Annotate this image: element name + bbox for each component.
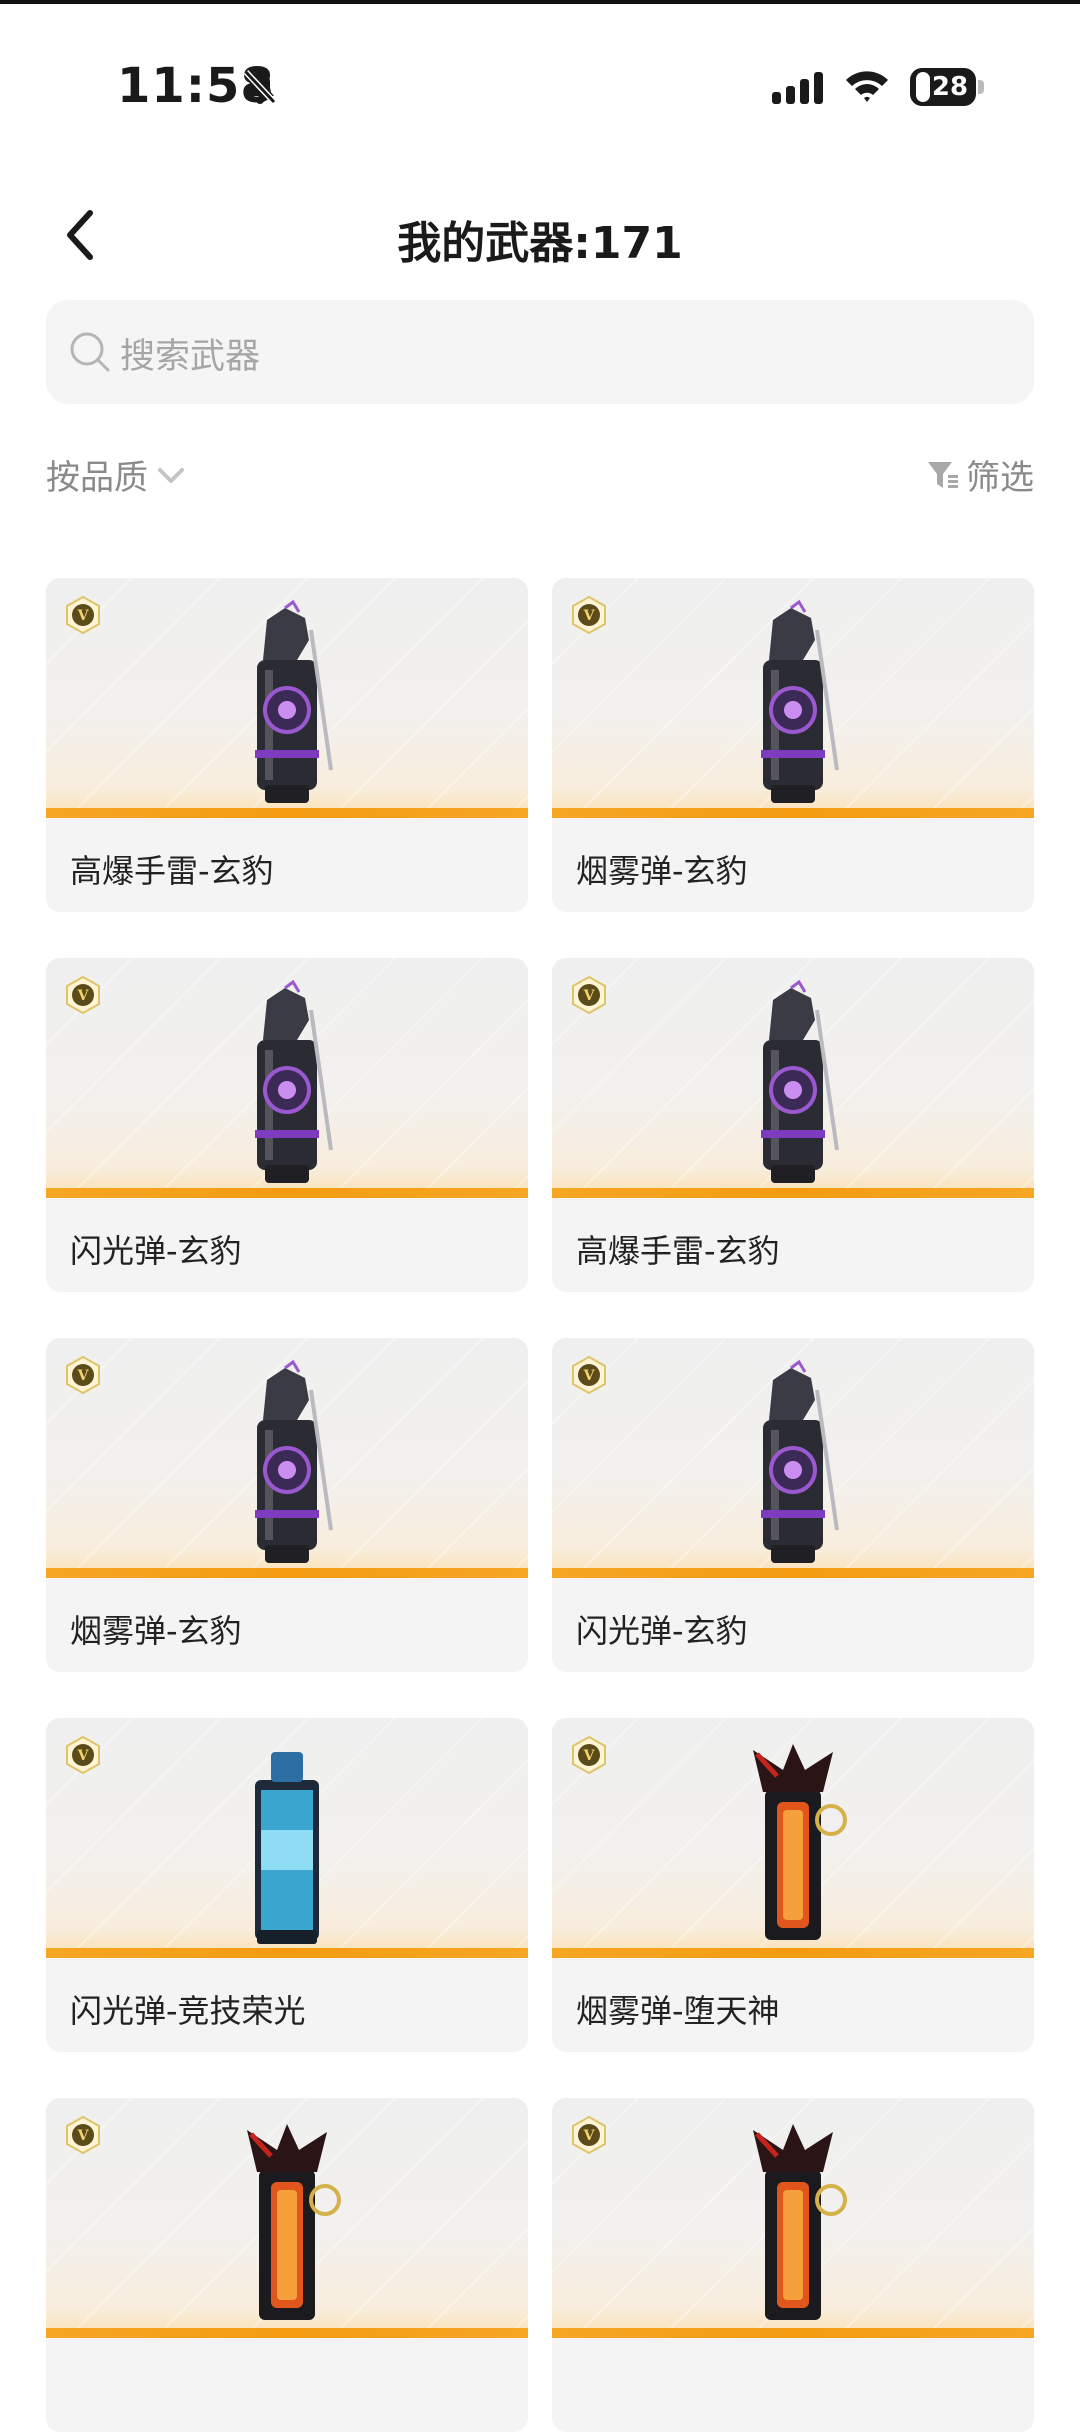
weapon-card[interactable]: V 闪光弹-玄豹 — [46, 958, 528, 1292]
grenade-icon — [753, 1744, 847, 1940]
weapon-name: 闪光弹-玄豹 — [70, 1232, 242, 1270]
battery-level-text: 28 — [931, 72, 969, 102]
quality-bar — [46, 1568, 528, 1578]
status-bar: 11:58 28 — [0, 40, 1080, 130]
weapon-name: 烟雾弹-堕天神 — [576, 1992, 780, 2030]
filter-label: 筛选 — [966, 458, 1034, 498]
weapon-card[interactable]: V 闪光弹-竞技荣光 — [46, 1718, 528, 2052]
v-badge-icon: V — [572, 976, 606, 1014]
search-icon — [70, 332, 110, 372]
weapon-name: 闪光弹-竞技荣光 — [70, 1992, 306, 2030]
quality-bar — [552, 1948, 1034, 1958]
grenade-icon — [761, 600, 839, 803]
quality-bar — [552, 2328, 1034, 2338]
v-badge-icon: V — [66, 976, 100, 1014]
svg-text:V: V — [583, 988, 596, 1004]
battery-indicator: 28 — [910, 68, 986, 108]
sort-filter-bar: 按品质 筛选 — [46, 450, 1034, 506]
svg-text:V: V — [77, 1368, 90, 1384]
weapon-name: 高爆手雷-玄豹 — [576, 1232, 780, 1270]
grenade-icon — [761, 980, 839, 1183]
weapon-card[interactable]: V 闪光弹-玄豹 — [552, 1338, 1034, 1672]
weapon-card[interactable]: V — [46, 2098, 528, 2432]
quality-bar — [552, 1568, 1034, 1578]
quality-bar — [552, 808, 1034, 818]
weapon-name: 高爆手雷-玄豹 — [70, 852, 274, 890]
bell-muted-icon — [243, 69, 277, 105]
grenade-icon — [247, 2124, 341, 2320]
v-badge-icon: V — [572, 2116, 606, 2154]
wifi-icon — [846, 71, 888, 102]
sort-by-quality-dropdown[interactable]: 按品质 — [46, 450, 188, 499]
top-edge — [0, 0, 1080, 4]
svg-text:V: V — [77, 608, 90, 624]
svg-text:V: V — [77, 988, 90, 1004]
sort-label: 按品质 — [46, 458, 148, 498]
svg-text:V: V — [77, 1748, 90, 1764]
quality-bar — [46, 2328, 528, 2338]
v-badge-icon: V — [66, 2116, 100, 2154]
v-badge-icon: V — [66, 1736, 100, 1774]
quality-bar — [552, 1188, 1034, 1198]
filter-button[interactable]: 筛选 — [926, 450, 1034, 499]
v-badge-icon: V — [572, 596, 606, 634]
chevron-down-icon — [158, 467, 184, 483]
weapon-card[interactable]: V 烟雾弹-堕天神 — [552, 1718, 1034, 2052]
grenade-icon — [255, 980, 333, 1183]
weapon-name: 烟雾弹-玄豹 — [70, 1612, 242, 1650]
weapon-card[interactable]: V — [552, 2098, 1034, 2432]
filter-funnel-icon — [928, 461, 958, 488]
grenade-icon — [255, 1360, 333, 1563]
quality-bar — [46, 1948, 528, 1958]
search-input[interactable]: 搜索武器 — [46, 300, 1034, 404]
grenade-icon — [753, 2124, 847, 2320]
page-title: 我的武器:171 — [397, 218, 683, 269]
svg-text:V: V — [583, 1368, 596, 1384]
weapon-card[interactable]: V 高爆手雷-玄豹 — [46, 578, 528, 912]
grenade-icon — [255, 1752, 319, 1944]
cellular-signal-icon — [772, 72, 823, 104]
weapon-card[interactable]: V 烟雾弹-玄豹 — [552, 578, 1034, 912]
weapon-name: 烟雾弹-玄豹 — [576, 852, 748, 890]
svg-text:V: V — [77, 2128, 90, 2144]
svg-text:V: V — [583, 1748, 596, 1764]
nav-bar: 我的武器:171 — [0, 195, 1080, 275]
v-badge-icon: V — [66, 596, 100, 634]
quality-bar — [46, 1188, 528, 1198]
svg-text:V: V — [583, 2128, 596, 2144]
weapon-name: 闪光弹-玄豹 — [576, 1612, 748, 1650]
weapon-card[interactable]: V 高爆手雷-玄豹 — [552, 958, 1034, 1292]
v-badge-icon: V — [572, 1736, 606, 1774]
search-placeholder: 搜索武器 — [120, 337, 261, 377]
grenade-icon — [255, 600, 333, 803]
v-badge-icon: V — [66, 1356, 100, 1394]
quality-bar — [46, 808, 528, 818]
svg-text:V: V — [583, 608, 596, 624]
weapon-card[interactable]: V 烟雾弹-玄豹 — [46, 1338, 528, 1672]
v-badge-icon: V — [572, 1356, 606, 1394]
grenade-icon — [761, 1360, 839, 1563]
